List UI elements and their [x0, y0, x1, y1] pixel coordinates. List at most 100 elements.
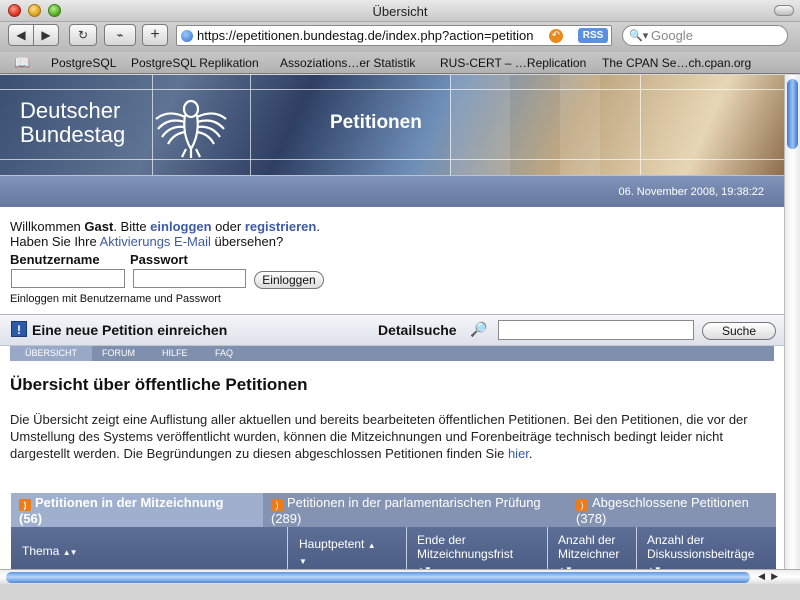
reload-icon: ↻: [77, 28, 89, 42]
brand-line-1: Deutscher: [20, 98, 121, 123]
current-datetime: 06. November 2008, 19:38:22: [618, 186, 764, 198]
site-globe-icon: [181, 30, 193, 42]
banner-grid-line: [0, 89, 784, 90]
toolbar-toggle-button[interactable]: [774, 5, 794, 16]
sort-icon[interactable]: ▲: [368, 541, 376, 550]
action-row: ! Eine neue Petition einreichen Detailsu…: [0, 315, 784, 346]
bookmarks-bar: 📖 PostgreSQL PostgreSQL Replikation Asso…: [0, 52, 800, 74]
column-signers-label-1: Anzahl der: [558, 533, 616, 547]
activation-email-link[interactable]: Aktivierungs E-Mail: [100, 234, 211, 249]
window-title: Übersicht: [372, 4, 428, 19]
forward-button[interactable]: ▶: [33, 24, 59, 46]
welcome-mid: . Bitte: [113, 219, 151, 234]
archive-link[interactable]: hier: [508, 446, 529, 461]
column-theme[interactable]: Thema ▲▼: [11, 527, 288, 569]
rss-feed-icon[interactable]: ): [576, 499, 588, 511]
horizontal-scroll-thumb[interactable]: [6, 572, 750, 583]
nav-tab-overview[interactable]: ÜBERSICHT: [10, 346, 93, 361]
petition-table-header: Thema ▲▼ Hauptpetent ▲ ▼ Ende der Mitzeich…: [11, 527, 776, 569]
login-hint: Einloggen mit Benutzername und Passwort: [10, 293, 221, 305]
column-deadline[interactable]: Ende derMitzeichnungsfrist▲▼: [407, 527, 548, 569]
register-link[interactable]: registrieren: [245, 219, 317, 234]
login-button[interactable]: Einloggen: [254, 271, 324, 289]
search-field[interactable]: 🔍▾ Google: [622, 25, 788, 46]
tab-signing-count: (56): [19, 511, 43, 526]
tab-closed-count: (378): [576, 511, 607, 526]
back-button[interactable]: ◀: [8, 24, 34, 46]
page-heading: Übersicht über öffentliche Petitionen: [10, 375, 308, 394]
nav-tab-help[interactable]: HILFE: [162, 348, 188, 358]
sort-icon[interactable]: ▼: [299, 557, 307, 566]
address-bar[interactable]: https://epetitionen.bundestag.de/index.p…: [176, 25, 612, 46]
column-posts[interactable]: Anzahl derDiskussionsbeiträge▲▼: [637, 527, 776, 569]
browser-toolbar: ◀ ▶ ↻ ⌁ + https://epetitionen.bundestag.…: [0, 22, 800, 52]
login-panel: Willkommen Gast. Bitte einloggen oder re…: [0, 207, 784, 315]
tab-review-count: (289): [271, 511, 302, 526]
nav-tab-faq[interactable]: FAQ: [215, 348, 233, 358]
tab-signing[interactable]: ) Petitionen in der Mitzeichnung (56): [11, 493, 263, 527]
site-logo-text[interactable]: Deutscher Bundestag: [20, 99, 125, 147]
period-text: .: [316, 219, 320, 234]
column-petent[interactable]: Hauptpetent ▲ ▼: [288, 527, 407, 569]
plus-icon: +: [150, 26, 160, 43]
banner-decoration: [450, 75, 510, 175]
column-signers[interactable]: Anzahl derMitzeichner▲▼: [548, 527, 637, 569]
column-deadline-label-2: Mitzeichnungsfrist: [417, 547, 514, 561]
forward-arrow-icon: ▶: [41, 28, 51, 42]
username-field[interactable]: [11, 269, 125, 288]
new-petition-link[interactable]: Eine neue Petition einreichen: [32, 322, 227, 338]
detail-search-input[interactable]: [498, 320, 694, 340]
back-arrow-icon: ◀: [16, 28, 26, 42]
guest-label: Gast: [84, 219, 114, 234]
tab-closed[interactable]: ) Abgeschlossene Petitionen (378): [568, 493, 776, 527]
add-bookmark-button[interactable]: +: [142, 24, 168, 46]
horizontal-scrollbar[interactable]: ◀▶: [0, 569, 800, 584]
rss-feed-icon[interactable]: ): [19, 499, 31, 511]
scroll-arrows-icon[interactable]: ◀▶: [758, 571, 784, 582]
banner-grid-line: [640, 75, 641, 175]
banner-grid-line: [0, 159, 784, 160]
bookmark-item[interactable]: RUS-CERT – …Replication: [440, 56, 586, 70]
bookmarks-book-icon[interactable]: 📖: [14, 55, 30, 71]
welcome-text: Willkommen Gast. Bitte einloggen oder re…: [10, 219, 784, 234]
snapback-button[interactable]: ⌁: [104, 24, 136, 46]
status-bar: [0, 584, 800, 600]
column-posts-label-1: Anzahl der: [647, 533, 705, 547]
bookmark-item[interactable]: The CPAN Se…ch.cpan.org: [602, 56, 751, 70]
bookmark-item[interactable]: PostgreSQL Replikation: [131, 56, 259, 70]
bookmark-item[interactable]: Assoziations…er Statistik: [280, 56, 415, 70]
banner-grid-line: [450, 75, 451, 175]
column-signers-label-2: Mitzeichner: [558, 547, 620, 561]
magnifier-icon[interactable]: 🔎: [470, 321, 487, 338]
vertical-scrollbar[interactable]: [784, 75, 800, 569]
snapback-url-icon[interactable]: ↶: [549, 29, 563, 43]
address-bar-text: https://epetitionen.bundestag.de/index.p…: [197, 28, 534, 43]
reload-button[interactable]: ↻: [69, 24, 97, 46]
rss-feed-icon[interactable]: ): [271, 499, 283, 511]
vertical-scroll-thumb[interactable]: [787, 79, 798, 149]
intro-end: .: [528, 446, 533, 461]
password-label: Passwort: [130, 252, 188, 267]
tab-signing-label: Petitionen in der Mitzeichnung: [35, 495, 224, 510]
rss-button[interactable]: RSS: [578, 28, 608, 43]
search-button[interactable]: Suche: [702, 322, 776, 340]
window-titlebar: Übersicht: [0, 0, 800, 22]
date-bar: 06. November 2008, 19:38:22: [0, 175, 784, 207]
bookmark-item[interactable]: PostgreSQL: [51, 56, 116, 70]
exclamation-icon: !: [11, 321, 27, 337]
intro-section: Übersicht über öffentliche Petitionen Di…: [10, 375, 774, 462]
tab-parliamentary-review[interactable]: ) Petitionen in der parlamentarischen Prü…: [263, 493, 567, 527]
password-field[interactable]: [133, 269, 246, 288]
activation-suffix: übersehen?: [210, 234, 284, 249]
nav-tab-forum[interactable]: FORUM: [102, 348, 135, 358]
sort-icon[interactable]: ▲▼: [63, 548, 78, 557]
federal-eagle-icon: [155, 99, 227, 158]
search-placeholder: Google: [651, 28, 693, 43]
activation-text: Haben Sie Ihre Aktivierungs E-Mail übers…: [10, 234, 784, 249]
search-icon: 🔍▾: [629, 30, 649, 42]
column-petent-label: Hauptpetent: [299, 537, 365, 551]
intro-paragraph: Die Übersicht zeigt eine Auflistung alle…: [10, 411, 774, 462]
detail-search-label[interactable]: Detailsuche: [378, 322, 457, 338]
brand-line-2: Bundestag: [20, 122, 126, 147]
login-link[interactable]: einloggen: [150, 219, 211, 234]
